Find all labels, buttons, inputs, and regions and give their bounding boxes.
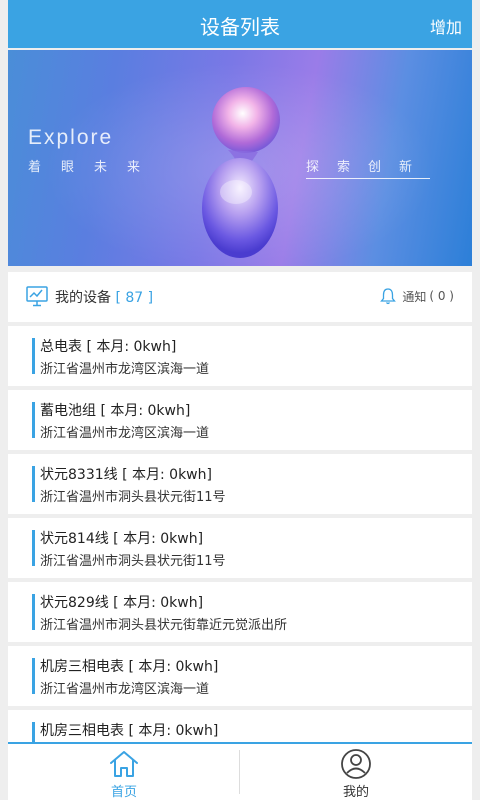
notice-count: ( 0 )	[429, 289, 454, 303]
device-address: 浙江省温州市洞头县状元街11号	[40, 554, 226, 569]
title-bar: 设备列表 增加	[8, 0, 472, 48]
accent-bar	[32, 466, 35, 502]
device-name: 机房三相电表 [ 本月: 0kwh]	[40, 659, 219, 675]
user-icon	[341, 749, 371, 779]
tab-home-label: 首页	[110, 785, 137, 800]
my-devices-header: 我的设备 [ 87 ] 通知 ( 0 )	[8, 272, 472, 322]
accent-bar	[32, 338, 35, 374]
device-address: 浙江省温州市龙湾区滨海一道	[40, 426, 210, 441]
tab-mine[interactable]: 我的	[240, 744, 472, 800]
accent-bar	[32, 402, 35, 438]
figure-eight-art	[202, 87, 280, 258]
device-address: 浙江省温州市龙湾区滨海一道	[40, 682, 210, 697]
device-list-item[interactable]: 状元8331线 [ 本月: 0kwh] 浙江省温州市洞头县状元街11号	[8, 454, 472, 514]
device-name: 机房三相电表 [ 本月: 0kwh]	[40, 723, 219, 739]
device-list: 总电表 [ 本月: 0kwh] 浙江省温州市龙湾区滨海一道 蓄电池组 [ 本月:…	[8, 326, 472, 742]
device-name: 状元8331线 [ 本月: 0kwh]	[40, 467, 212, 483]
banner-image[interactable]: Explore 着眼未来 探索创新	[8, 50, 472, 266]
device-name: 蓄电池组 [ 本月: 0kwh]	[40, 403, 191, 419]
accent-bar	[32, 530, 35, 566]
my-devices-label: 我的设备 [ 87 ]	[55, 287, 153, 307]
banner-right-subtitle-text: 探索创新	[306, 160, 431, 179]
bell-icon	[380, 288, 397, 305]
device-name: 状元829线 [ 本月: 0kwh]	[40, 595, 204, 611]
accent-bar	[32, 594, 35, 630]
tab-mine-label: 我的	[342, 785, 369, 800]
add-button[interactable]: 增加	[430, 14, 462, 38]
device-count: [ 87 ]	[115, 290, 154, 306]
device-name: 总电表 [ 本月: 0kwh]	[40, 339, 177, 355]
tab-home[interactable]: 首页	[8, 744, 240, 800]
device-list-item[interactable]: 总电表 [ 本月: 0kwh] 浙江省温州市龙湾区滨海一道	[8, 326, 472, 386]
bottom-tab-bar: 首页 我的	[8, 742, 472, 800]
device-list-item[interactable]: 状元814线 [ 本月: 0kwh] 浙江省温州市洞头县状元街11号	[8, 518, 472, 578]
notice-label: 通知	[402, 289, 427, 304]
accent-bar	[32, 722, 35, 742]
banner-explore-text: Explore	[28, 126, 114, 149]
banner-left-subtitle: 着眼未来	[28, 160, 161, 175]
banner-right-subtitle: 探索创新	[306, 156, 431, 179]
device-list-item[interactable]: 状元829线 [ 本月: 0kwh] 浙江省温州市洞头县状元街靠近元觉派出所	[8, 582, 472, 642]
home-icon	[110, 751, 138, 777]
notifications-button[interactable]: 通知 ( 0 )	[380, 287, 454, 305]
device-address: 浙江省温州市洞头县状元街11号	[40, 490, 226, 505]
device-list-item[interactable]: 机房三相电表 [ 本月: 0kwh] 浙江省温州市龙湾区滨海一道	[8, 646, 472, 706]
device-list-item[interactable]: 机房三相电表 [ 本月: 0kwh]	[8, 710, 472, 742]
accent-bar	[32, 658, 35, 694]
device-name: 状元814线 [ 本月: 0kwh]	[40, 531, 204, 547]
page-title: 设备列表	[200, 15, 280, 39]
device-list-item[interactable]: 蓄电池组 [ 本月: 0kwh] 浙江省温州市龙湾区滨海一道	[8, 390, 472, 450]
monitor-chart-icon	[26, 286, 48, 307]
device-address: 浙江省温州市龙湾区滨海一道	[40, 362, 210, 377]
my-devices-text: 我的设备	[55, 290, 111, 306]
device-address: 浙江省温州市洞头县状元街靠近元觉派出所	[40, 618, 288, 633]
